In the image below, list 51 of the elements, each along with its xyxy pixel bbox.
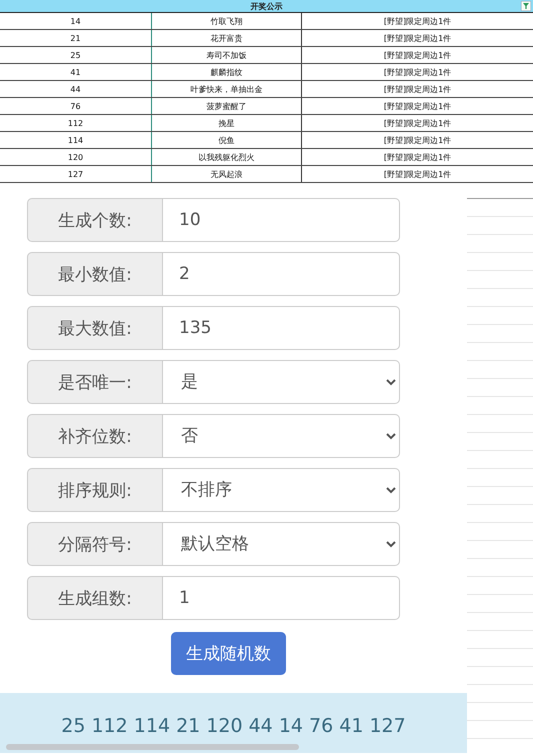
table-cell-text: [野望]限定周边1件 <box>382 32 452 44</box>
table-cell: 76 <box>0 98 152 114</box>
table-cell: 120 <box>0 149 152 165</box>
field-label: 生成组数: <box>27 576 163 620</box>
table-cell-text: [野望]限定周边1件 <box>382 84 452 96</box>
field-label: 排序规则: <box>27 468 163 512</box>
table-cell: 竹取飞翔 <box>152 13 302 29</box>
result-numbers: 25 112 114 21 120 44 14 76 41 127 <box>61 715 406 737</box>
option-select[interactable]: 是 <box>163 360 400 404</box>
table-cell: 25 <box>0 47 152 63</box>
field-label: 补齐位数: <box>27 414 163 458</box>
table-cell-text: [野望]限定周边1件 <box>382 66 452 78</box>
number-input[interactable]: 2 <box>163 252 400 296</box>
table-cell-text: [野望]限定周边1件 <box>382 118 452 130</box>
table-cell-text: [野望]限定周边1件 <box>382 16 452 28</box>
table-cell: 挽星 <box>152 115 302 131</box>
table-title: 开奖公示 <box>250 0 282 12</box>
field-label: 分隔符号: <box>27 522 163 566</box>
field-label: 是否唯一: <box>27 360 163 404</box>
table-cell: 无风起浪 <box>152 166 302 182</box>
table-cell: 44 <box>0 81 152 97</box>
table-cell: 菠萝蜜醒了 <box>152 98 302 114</box>
table-cell-text: [野望]限定周边1件 <box>382 50 452 62</box>
table-cell: 叶爹快来，单抽出金 <box>152 81 302 97</box>
table-cell: 花开富贵 <box>152 30 302 46</box>
table-cell: 寿司不加饭 <box>152 47 302 63</box>
table-cell: 21 <box>0 30 152 46</box>
option-select[interactable]: 默认空格 <box>163 522 400 566</box>
number-input[interactable]: 1 <box>163 576 400 620</box>
table-cell: 114 <box>0 132 152 148</box>
field-label: 最小数值: <box>27 252 163 296</box>
field-label: 最大数值: <box>27 306 163 350</box>
number-input[interactable]: 135 <box>163 306 400 350</box>
table-cell-text: [野望]限定周边1件 <box>382 100 452 112</box>
table-cell: 麒麟指纹 <box>152 64 302 80</box>
table-cell: 14 <box>0 13 152 29</box>
table-cell-text: [野望]限定周边1件 <box>382 152 452 164</box>
table-cell: 以我残躯化烈火 <box>152 149 302 165</box>
field-label: 生成个数: <box>27 198 163 242</box>
table-cell: 127 <box>0 166 152 182</box>
number-input[interactable]: 10 <box>163 198 400 242</box>
generate-button[interactable]: 生成随机数 <box>171 632 286 675</box>
option-select[interactable]: 不排序 <box>163 468 400 512</box>
filter-icon[interactable] <box>521 1 531 11</box>
table-cell-text: [野望]限定周边1件 <box>382 134 452 146</box>
table-cell: 41 <box>0 64 152 80</box>
scrollbar[interactable] <box>6 744 299 750</box>
table-cell: 倪鱼 <box>152 132 302 148</box>
table-cell-text: [野望]限定周边1件 <box>382 168 452 180</box>
table-cell: 112 <box>0 115 152 131</box>
option-select[interactable]: 否 <box>163 414 400 458</box>
